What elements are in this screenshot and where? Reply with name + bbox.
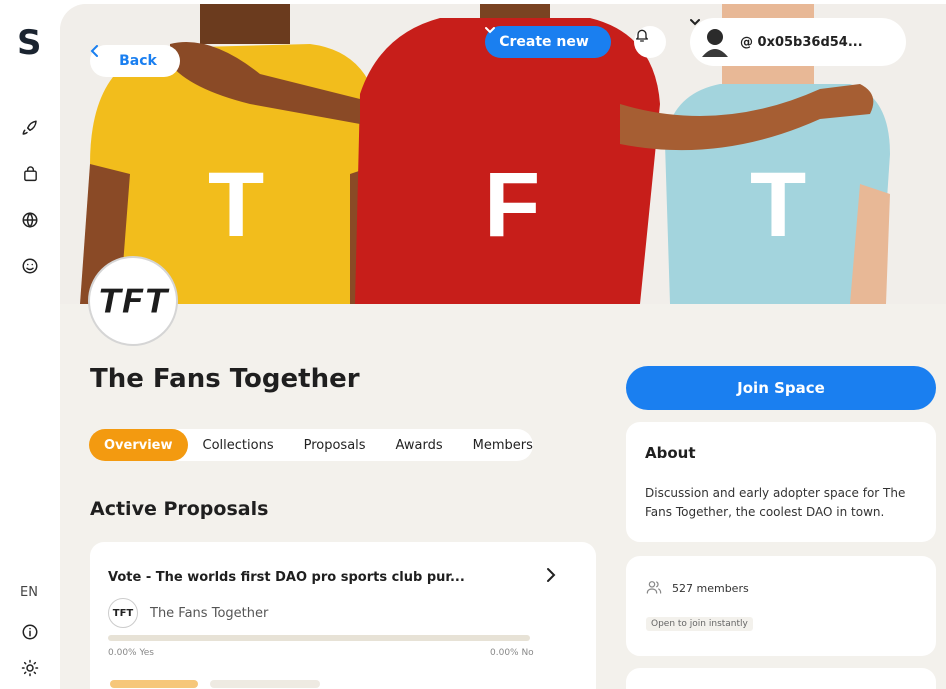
proposal-title[interactable]: Vote - The worlds first DAO pro sports c…: [108, 570, 465, 585]
back-label: Back: [119, 53, 157, 69]
info-card-stub: [626, 668, 936, 689]
notifications-button[interactable]: [634, 26, 666, 58]
bag-icon[interactable]: [19, 163, 41, 185]
members-card: 527 members Open to join instantly: [626, 556, 936, 656]
about-heading: About: [645, 444, 696, 462]
banner-letter-1: T: [208, 154, 264, 256]
space-logo: TFT: [88, 256, 178, 346]
tab-overview[interactable]: Overview: [89, 429, 188, 461]
members-icon: [646, 580, 662, 597]
members-count: 527 members: [672, 582, 749, 595]
proposal-space: TFT The Fans Together: [108, 598, 268, 628]
tab-awards[interactable]: Awards: [381, 429, 458, 461]
main-content: T F T Back Create new @ 0x05b36d54... TF…: [60, 4, 946, 689]
join-note: Open to join instantly: [646, 617, 753, 631]
proposal-space-name: The Fans Together: [150, 605, 269, 621]
info-icon[interactable]: [19, 621, 41, 643]
back-button[interactable]: Back: [90, 45, 180, 77]
user-menu-button[interactable]: @ 0x05b36d54...: [690, 18, 906, 66]
space-title: The Fans Together: [90, 364, 360, 394]
space-tabs: Overview Collections Proposals Awards Me…: [89, 429, 533, 461]
tab-collections[interactable]: Collections: [188, 429, 289, 461]
user-avatar: [702, 27, 728, 57]
proposal-space-logo: TFT: [108, 598, 138, 628]
proposal-card[interactable]: Vote - The worlds first DAO pro sports c…: [90, 542, 596, 689]
tab-members[interactable]: Members: [458, 429, 548, 461]
banner-letter-3: T: [750, 154, 806, 256]
user-handle: @ 0x05b36d54...: [740, 34, 863, 50]
tab-proposals[interactable]: Proposals: [289, 429, 381, 461]
create-new-button[interactable]: Create new: [485, 26, 611, 58]
proposal-footer-stub: [210, 680, 320, 688]
space-banner: T F T Back Create new @ 0x05b36d54...: [60, 4, 946, 304]
left-rail: S EN: [0, 0, 60, 689]
proposal-footer-stub: [110, 680, 198, 688]
smiley-icon[interactable]: [19, 255, 41, 277]
vote-progress-bar: [108, 635, 530, 641]
vote-yes-label: 0.00% Yes: [108, 648, 154, 658]
sun-icon[interactable]: [19, 657, 41, 679]
globe-icon[interactable]: [19, 209, 41, 231]
join-space-button[interactable]: Join Space: [626, 366, 936, 410]
members-row[interactable]: 527 members: [646, 580, 749, 597]
active-proposals-heading: Active Proposals: [90, 498, 269, 520]
space-logo-text: TFT: [98, 282, 170, 322]
create-new-label: Create new: [499, 34, 589, 50]
app-logo[interactable]: S: [17, 26, 43, 60]
vote-no-label: 0.00% No: [490, 648, 534, 658]
banner-letter-2: F: [484, 154, 540, 256]
rocket-icon[interactable]: [19, 117, 41, 139]
language-selector[interactable]: EN: [20, 585, 38, 600]
about-card: About Discussion and early adopter space…: [626, 422, 936, 542]
chevron-right-icon[interactable]: [542, 566, 560, 584]
about-text: Discussion and early adopter space for T…: [645, 486, 906, 519]
